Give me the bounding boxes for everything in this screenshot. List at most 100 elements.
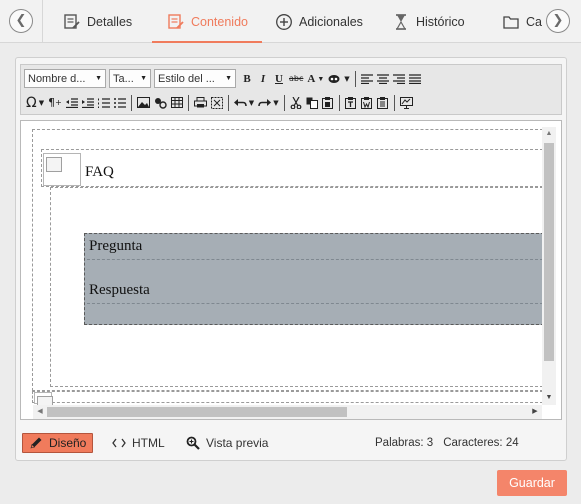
align-right-button[interactable]: [391, 69, 407, 88]
paste-plain-button[interactable]: [375, 93, 391, 112]
scroll-thumb[interactable]: [544, 143, 554, 361]
justify-icon: [408, 73, 421, 84]
save-button[interactable]: Guardar: [497, 470, 567, 496]
design-mode-button[interactable]: Diseño: [22, 433, 94, 453]
highlight-button[interactable]: ▼: [326, 69, 351, 88]
paste-word-icon: [361, 96, 373, 109]
code-icon: [112, 437, 126, 449]
print-icon: [193, 97, 207, 108]
undo-icon: [233, 98, 247, 106]
highlight-icon: [328, 74, 340, 83]
html-mode-label: HTML: [132, 436, 165, 450]
underline-button[interactable]: U: [271, 69, 287, 88]
tab-divider: [42, 0, 43, 43]
toolbar-separator: [338, 94, 340, 111]
toolbar-separator: [227, 94, 229, 111]
special-char-button[interactable]: Ω ▼: [24, 93, 46, 112]
indent-icon: [81, 97, 94, 108]
bold-button[interactable]: B: [239, 69, 255, 88]
unordered-list-button[interactable]: [112, 93, 128, 112]
scroll-up-icon[interactable]: ▲: [542, 127, 556, 141]
align-right-icon: [392, 73, 405, 84]
redo-button[interactable]: ▼: [256, 93, 280, 112]
font-name-value: Nombre d...: [28, 72, 86, 85]
toolbar-separator: [130, 94, 132, 111]
caret-icon: ▼: [273, 98, 279, 107]
font-name-select[interactable]: Nombre d... ▼: [24, 69, 106, 88]
caret-icon: ▼: [317, 74, 325, 83]
tab-contenido[interactable]: Contenido: [152, 0, 262, 43]
paragraph-mark-button[interactable]: ¶ +: [46, 93, 64, 112]
ordered-list-button[interactable]: [96, 93, 112, 112]
print-button[interactable]: [192, 93, 209, 112]
chevron-left-icon[interactable]: ❮: [9, 9, 33, 33]
media-button[interactable]: [152, 93, 169, 112]
caret-icon: ▼: [38, 98, 45, 107]
design-mode-label: Diseño: [49, 436, 87, 450]
fullscreen-button[interactable]: [209, 93, 225, 112]
style-value: Estilo del ...: [158, 72, 215, 85]
chevron-right-icon[interactable]: ❯: [546, 9, 570, 33]
strikethrough-button[interactable]: abc: [287, 69, 305, 88]
folder-icon: [502, 13, 520, 31]
dropdown-arrow-icon: ▼: [225, 75, 232, 82]
tab-bar: ❮ Detalles Contenido Adicionales Históri…: [0, 0, 581, 43]
scroll-thumb[interactable]: [47, 407, 347, 417]
copy-button[interactable]: [304, 93, 320, 112]
paste-text-button[interactable]: [343, 93, 359, 112]
outdent-icon: [65, 97, 78, 108]
outdent-button[interactable]: [64, 93, 80, 112]
tab-adicionales[interactable]: Adicionales: [275, 0, 365, 43]
faq-header-block: [41, 149, 543, 187]
table-button[interactable]: [169, 93, 185, 112]
scroll-down-icon[interactable]: ▼: [542, 391, 556, 405]
indent-button[interactable]: [80, 93, 96, 112]
font-size-value: Ta...: [113, 72, 134, 85]
magnifier-icon: [186, 436, 200, 450]
preview-mode-button[interactable]: Vista previa: [186, 433, 268, 453]
toolbar-separator: [283, 94, 285, 111]
preview-mode-label: Vista previa: [206, 436, 269, 450]
add-circle-icon: [275, 13, 293, 31]
font-size-select[interactable]: Ta... ▼: [109, 69, 151, 88]
html-mode-button[interactable]: HTML: [112, 433, 165, 453]
style-select[interactable]: Estilo del ... ▼: [154, 69, 236, 88]
paste-icon: [322, 96, 334, 109]
preview-toolbar-button[interactable]: [398, 93, 415, 112]
text-color-label: A: [307, 72, 316, 85]
content-panel: Nombre d... ▼ Ta... ▼ Estilo del ... ▼ B I …: [15, 57, 567, 461]
cut-button[interactable]: [288, 93, 304, 112]
text-color-button[interactable]: A ▼: [305, 69, 326, 88]
vertical-scrollbar[interactable]: ▲ ▼: [542, 127, 556, 405]
align-left-button[interactable]: [359, 69, 375, 88]
paste-word-button[interactable]: [359, 93, 375, 112]
align-center-button[interactable]: [375, 69, 391, 88]
tab-historico[interactable]: Histórico: [392, 0, 472, 43]
editor-canvas[interactable]: FAQ Pregunta Respuesta ▲ ▼ ◀ ▶: [20, 120, 562, 420]
paste-plain-icon: [377, 96, 389, 109]
scroll-left-icon[interactable]: ◀: [33, 405, 47, 419]
faq-answer: Respuesta: [87, 282, 543, 304]
image-icon: [136, 97, 150, 108]
faq-question: Pregunta: [87, 238, 543, 260]
scroll-right-icon[interactable]: ▶: [528, 405, 542, 419]
tab-detalles[interactable]: Detalles: [63, 0, 143, 43]
undo-button[interactable]: ▼: [232, 93, 256, 112]
toolbar-separator: [354, 70, 356, 87]
justify-button[interactable]: [407, 69, 423, 88]
pilcrow-icon: ¶: [48, 96, 56, 109]
italic-button[interactable]: I: [255, 69, 271, 88]
tab-car[interactable]: Car: [502, 0, 542, 43]
paste-button[interactable]: [320, 93, 336, 112]
media-icon: [154, 97, 167, 109]
word-count: Palabras: 3: [375, 437, 434, 449]
tab-label: Adicionales: [299, 14, 363, 29]
dropdown-arrow-icon: ▼: [95, 75, 102, 82]
monitor-icon: [399, 96, 413, 109]
caret-icon: ▼: [344, 74, 350, 83]
content-icon: [167, 13, 185, 31]
unordered-list-icon: [113, 97, 126, 108]
faq-heading: FAQ: [85, 164, 114, 180]
image-button[interactable]: [135, 93, 152, 112]
horizontal-scrollbar[interactable]: ◀ ▶: [33, 405, 542, 419]
